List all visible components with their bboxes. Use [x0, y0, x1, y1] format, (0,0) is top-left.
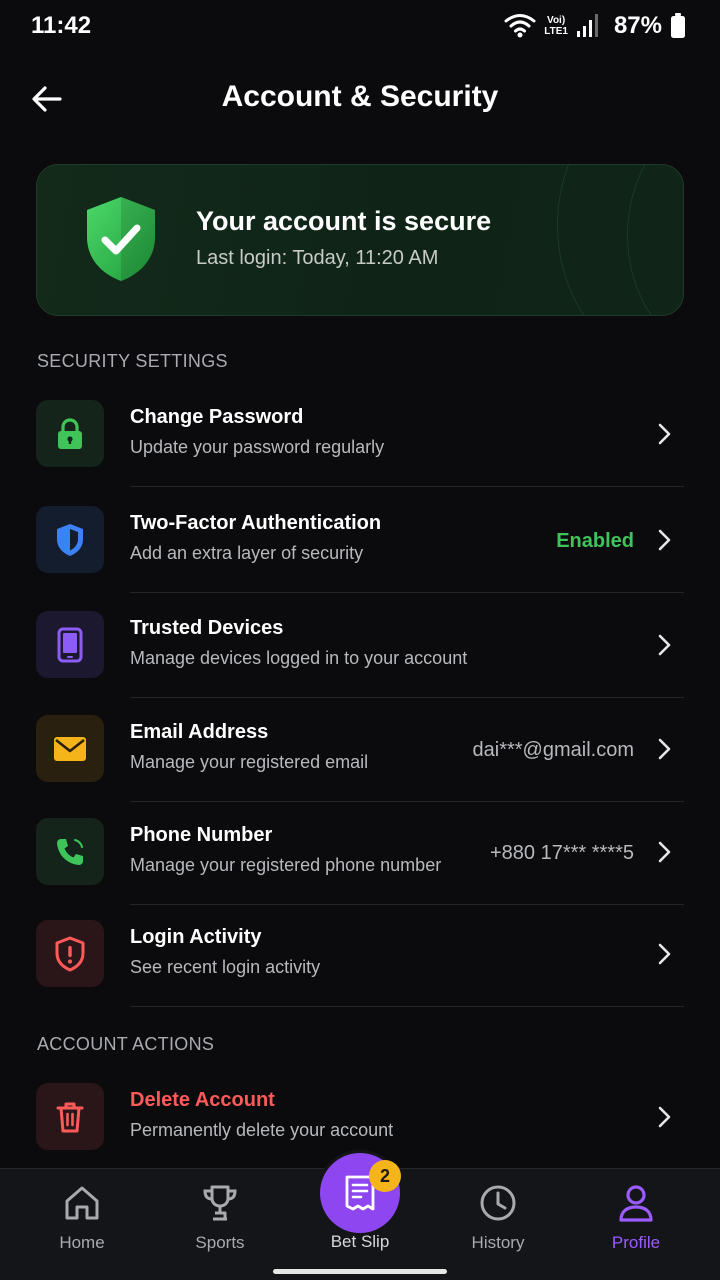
row-title: Change Password — [130, 406, 304, 428]
shield-icon — [57, 523, 83, 556]
nav-history[interactable]: History — [438, 1169, 558, 1269]
nav-sports[interactable]: Sports — [160, 1169, 280, 1269]
home-icon — [62, 1183, 102, 1223]
row-title: Delete Account — [130, 1089, 275, 1111]
wifi-icon — [504, 14, 536, 38]
phone-call-icon — [57, 838, 83, 865]
row-title: Trusted Devices — [130, 617, 284, 639]
row-subtitle: Manage your registered email — [130, 752, 369, 772]
header: Account & Security — [0, 68, 720, 128]
row-title: Email Address — [130, 721, 269, 743]
nav-label: Bet Slip — [330, 1232, 390, 1251]
row-title: Phone Number — [130, 824, 273, 846]
shield-check-icon — [87, 197, 155, 281]
row-subtitle: Permanently delete your account — [130, 1120, 394, 1140]
row-subtitle: Add an extra layer of security — [130, 543, 364, 563]
icon-tile — [36, 1083, 104, 1150]
chevron-right-icon — [658, 1106, 671, 1128]
phone-value: +880 17*** ****5 — [489, 842, 634, 864]
divider — [130, 592, 684, 593]
two-factor-status: Enabled — [556, 530, 634, 552]
home-indicator — [273, 1269, 447, 1274]
page-title: Account & Security — [221, 80, 499, 113]
email-value: dai***@gmail.com — [472, 739, 634, 761]
divider — [130, 486, 684, 487]
phone-device-icon — [57, 627, 83, 662]
envelope-icon — [54, 736, 86, 761]
trash-icon — [56, 1102, 84, 1132]
row-subtitle: Manage devices logged in to your account — [130, 648, 468, 668]
nav-home[interactable]: Home — [22, 1169, 142, 1269]
email-address-row[interactable]: Email Address Manage your registered ema… — [36, 699, 684, 802]
nav-label: Sports — [195, 1233, 245, 1252]
icon-tile — [36, 715, 104, 782]
chevron-right-icon — [658, 423, 671, 445]
row-subtitle: Update your password regularly — [130, 437, 385, 457]
icon-tile — [36, 818, 104, 885]
secure-status-title: Your account is secure — [196, 206, 492, 236]
user-icon — [616, 1183, 656, 1223]
row-subtitle: Manage your registered phone number — [130, 855, 442, 875]
alert-shield-icon — [55, 936, 85, 971]
chevron-right-icon — [658, 841, 671, 863]
network-type: Voi) LTE1 — [544, 15, 568, 37]
row-title: Two-Factor Authentication — [130, 512, 382, 534]
bet-slip-count-badge: 2 — [369, 1160, 401, 1192]
section-label-security: SECURITY SETTINGS — [37, 351, 228, 371]
battery-icon — [671, 13, 685, 38]
section-label-account-actions: ACCOUNT ACTIONS — [37, 1034, 215, 1054]
two-factor-auth-row[interactable]: Two-Factor Authentication Add an extra l… — [36, 490, 684, 593]
nav-label: Profile — [611, 1233, 661, 1252]
chevron-right-icon — [658, 529, 671, 551]
chevron-right-icon — [658, 634, 671, 656]
icon-tile — [36, 400, 104, 467]
nav-label: History — [471, 1233, 525, 1252]
divider — [130, 697, 684, 698]
status-time: 11:42 — [31, 12, 92, 39]
chevron-right-icon — [658, 738, 671, 760]
last-login-text: Last login: Today, 11:20 AM — [196, 247, 439, 269]
status-icons: Voi) LTE1 87% — [504, 10, 686, 42]
row-subtitle: See recent login activity — [130, 957, 321, 977]
divider — [130, 1006, 684, 1007]
status-bar: 11:42 Voi) LTE1 87% — [0, 0, 720, 54]
icon-tile — [36, 506, 104, 573]
battery-percent: 87% — [613, 12, 662, 39]
clock-icon — [478, 1183, 518, 1223]
icon-tile — [36, 920, 104, 987]
nav-label: Home — [59, 1233, 105, 1252]
icon-tile — [36, 611, 104, 678]
account-secure-card: Your account is secure Last login: Today… — [36, 164, 684, 316]
signal-icon — [576, 14, 598, 37]
row-title: Login Activity — [130, 926, 262, 948]
lock-icon — [58, 417, 82, 449]
change-password-row[interactable]: Change Password Update your password reg… — [36, 384, 684, 487]
trophy-icon — [200, 1183, 240, 1223]
trusted-devices-row[interactable]: Trusted Devices Manage devices logged in… — [36, 595, 684, 698]
nav-profile[interactable]: Profile — [576, 1169, 696, 1269]
phone-number-row[interactable]: Phone Number Manage your registered phon… — [36, 802, 684, 905]
chevron-right-icon — [658, 943, 671, 965]
login-activity-row[interactable]: Login Activity See recent login activity — [36, 904, 684, 1007]
